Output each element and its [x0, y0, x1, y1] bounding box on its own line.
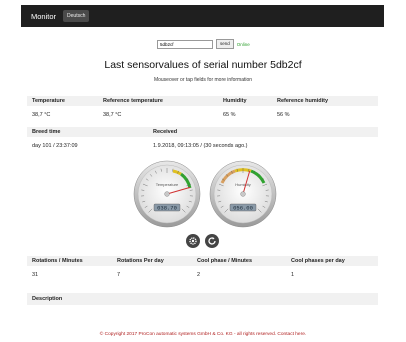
humidity-gauge-readout: 056.00 [233, 205, 253, 212]
value-humidity[interactable]: 65 % [223, 112, 236, 118]
value-received[interactable]: 1.9.2018, 09:13:05 / (30 seconds ago.) [153, 143, 248, 149]
action-icons [186, 234, 219, 248]
serial-input[interactable] [157, 39, 213, 49]
value-temperature[interactable]: 38,7 °C [32, 112, 50, 118]
time-value-row: day 101 / 23:37:09 1.9.2018, 09:13:05 / … [27, 141, 378, 151]
page-subtitle: Mouseover or tap fields for more informa… [153, 77, 253, 83]
header-reference-temperature: Reference temperature [103, 98, 163, 104]
header-rotations-per-day: Rotations Per day [117, 258, 164, 264]
value-reference-humidity[interactable]: 56 % [277, 112, 290, 118]
header-received: Received [153, 129, 178, 135]
send-button[interactable]: send [216, 39, 234, 49]
value-rotations-minutes[interactable]: 31 [32, 272, 38, 278]
description-label: Description [32, 296, 63, 302]
brand-title[interactable]: Monitor [31, 12, 56, 21]
value-rotations-per-day[interactable]: 7 [117, 272, 120, 278]
header-humidity: Humidity [223, 98, 247, 104]
humidity-gauge[interactable]: Humidity 056.00 [209, 160, 277, 228]
temperature-gauge-readout: 038.70 [157, 205, 177, 212]
temperature-gauge[interactable]: Temperature 038.70 [133, 160, 201, 228]
gear-icon[interactable] [186, 234, 200, 248]
humidity-gauge-label: Humidity [235, 182, 251, 187]
rotation-value-row: 31 7 2 1 [27, 270, 378, 280]
page-title: Last sensorvalues of serial number 5db2c… [104, 59, 302, 71]
footer-copyright[interactable]: © Copyright 2017 ProCon automatic system… [0, 332, 406, 337]
header-rotations-minutes: Rotations / Minutes [32, 258, 83, 264]
header-reference-humidity: Reference humidity [277, 98, 329, 104]
header-cool-phase-minutes: Cool phase / Minutes [197, 258, 253, 264]
value-reference-temperature[interactable]: 38,7 °C [103, 112, 121, 118]
rotation-header-row: Rotations / Minutes Rotations Per day Co… [27, 256, 378, 266]
language-button[interactable]: Deutsch [63, 10, 90, 22]
gauges-area: Temperature 038.70 Humidity 056.00 [130, 160, 280, 230]
header-cool-phases-per-day: Cool phases per day [291, 258, 345, 264]
header-breed-time: Breed time [32, 129, 61, 135]
sensor-value-row: 38,7 °C 38,7 °C 65 % 56 % [27, 110, 378, 120]
top-navbar: Monitor Deutsch [21, 5, 384, 27]
time-header-row: Breed time Received [27, 127, 378, 137]
serial-search: send Online [157, 39, 250, 49]
description-header: Description [27, 293, 378, 305]
header-temperature: Temperature [32, 98, 65, 104]
online-status: Online [236, 41, 250, 47]
value-cool-phases-per-day[interactable]: 1 [291, 272, 294, 278]
sensor-header-row: Temperature Reference temperature Humidi… [27, 96, 378, 106]
refresh-icon[interactable] [205, 234, 219, 248]
temperature-gauge-label: Temperature [156, 182, 179, 187]
value-breed-time[interactable]: day 101 / 23:37:09 [32, 143, 78, 149]
value-cool-phase-minutes[interactable]: 2 [197, 272, 200, 278]
